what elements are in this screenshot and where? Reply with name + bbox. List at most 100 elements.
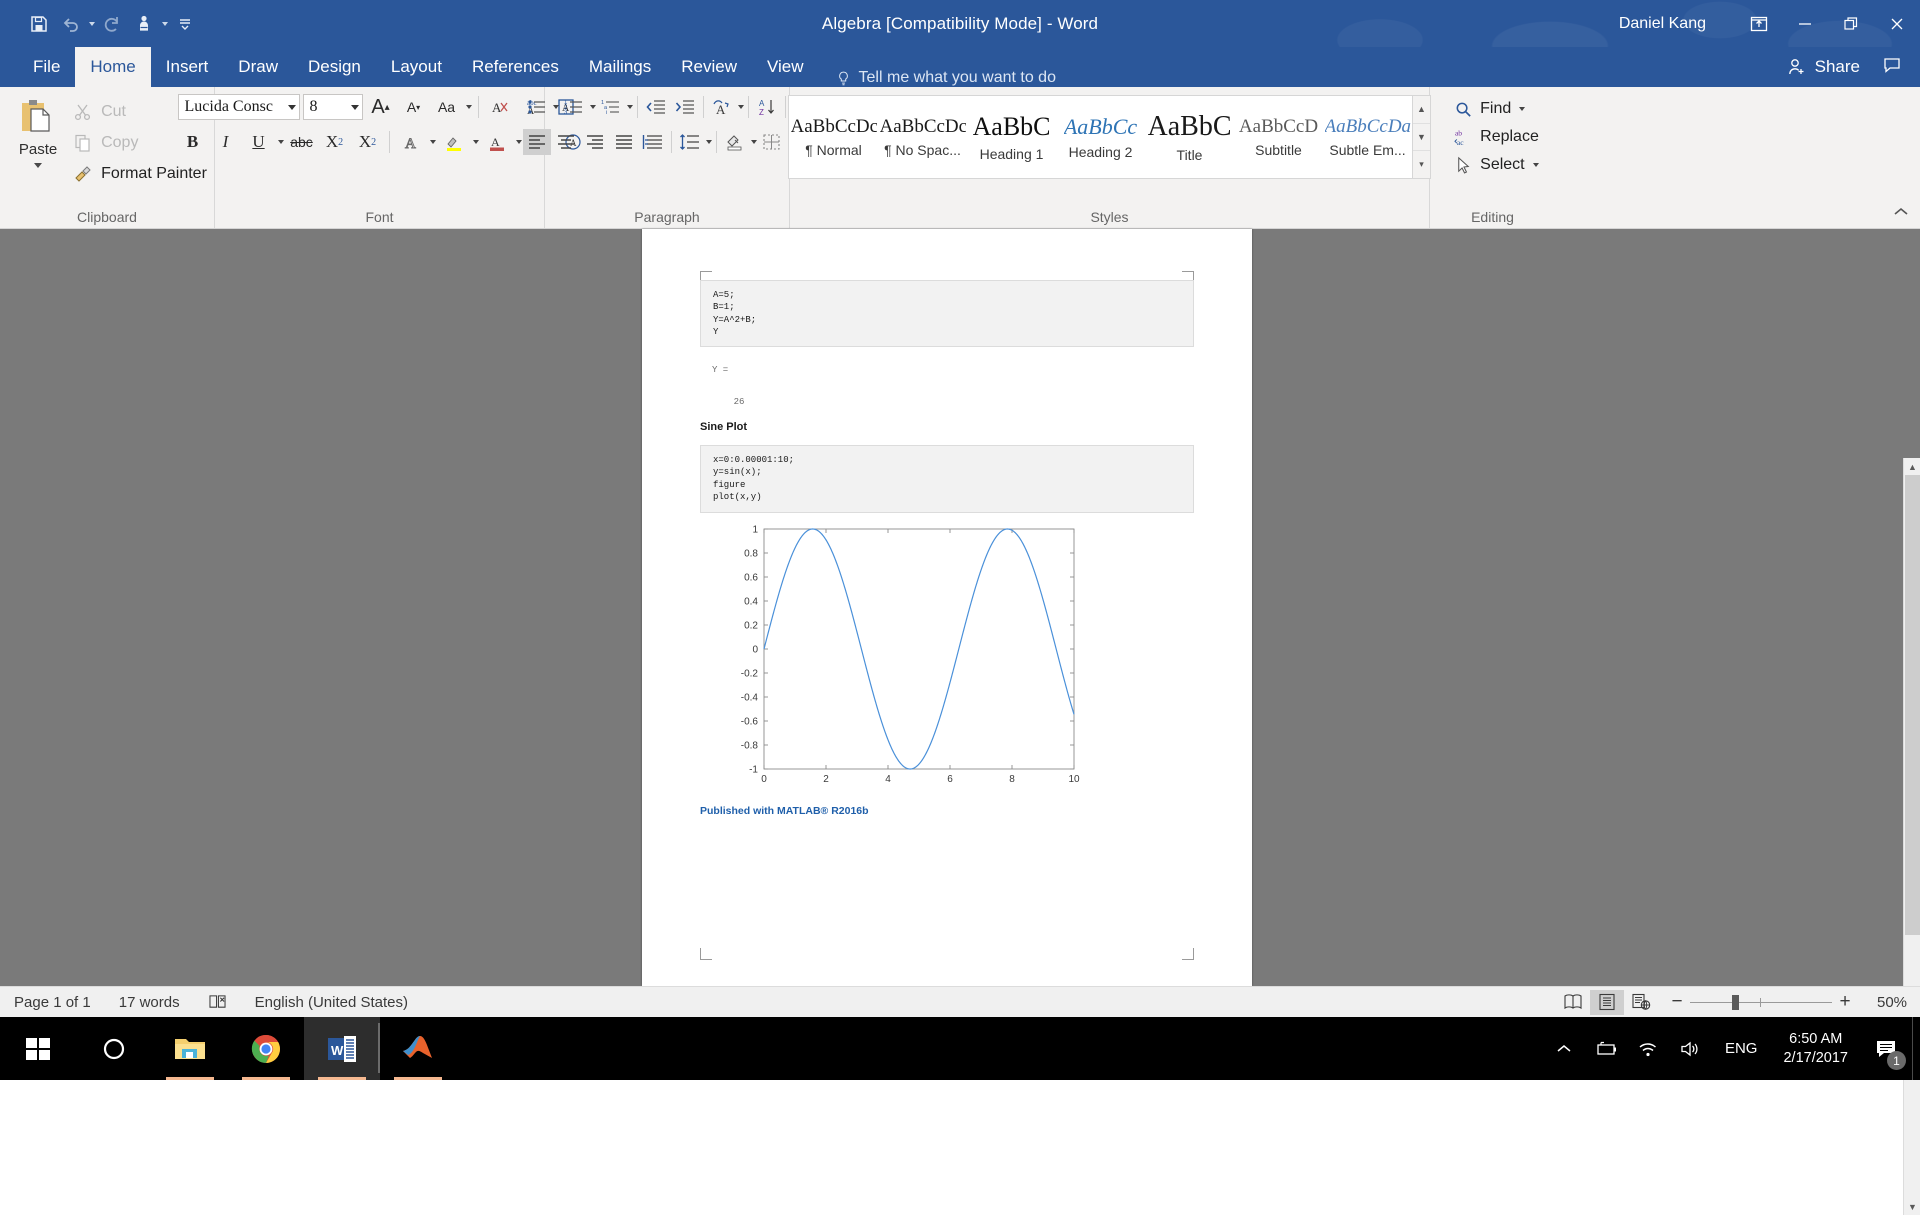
multilevel-list-icon[interactable]: 1ai [597, 94, 625, 120]
style-no-spacing[interactable]: AaBbCcDc ¶ No Spac... [878, 96, 967, 178]
text-effects-caret[interactable] [430, 140, 436, 144]
volume-icon[interactable] [1669, 1017, 1711, 1080]
restore-button[interactable] [1828, 0, 1874, 47]
tab-draw[interactable]: Draw [223, 47, 293, 87]
zoom-in-button[interactable]: + [1832, 991, 1858, 1013]
text-highlight-color-icon[interactable] [439, 128, 469, 156]
tab-references[interactable]: References [457, 47, 574, 87]
underline-caret[interactable] [278, 140, 284, 144]
tab-file[interactable]: File [18, 47, 75, 87]
subscript-button[interactable]: X2 [320, 128, 350, 156]
document-canvas[interactable]: A=5; B=1; Y=A^2+B; Y Y = 26 Sine Plot x=… [0, 229, 1920, 986]
sort-direction-caret[interactable] [738, 105, 744, 109]
tab-home[interactable]: Home [75, 47, 150, 87]
ribbon-display-options-icon[interactable] [1736, 0, 1782, 47]
increase-indent-icon[interactable] [671, 94, 699, 120]
collapse-ribbon-icon[interactable] [1892, 205, 1910, 222]
style-subtitle[interactable]: AaBbCcD Subtitle [1234, 96, 1323, 178]
web-layout-view-button[interactable] [1624, 990, 1658, 1015]
tab-view[interactable]: View [752, 47, 819, 87]
font-color-icon[interactable]: A [482, 128, 512, 156]
account-name[interactable]: Daniel Kang [1619, 15, 1706, 33]
style-heading-1[interactable]: AaBbC Heading 1 [967, 96, 1056, 178]
undo-icon[interactable] [56, 9, 86, 39]
language-indicator[interactable]: English (United States) [241, 994, 422, 1011]
language-indicator-tray[interactable]: ENG [1711, 1040, 1772, 1057]
select-caret[interactable] [1533, 163, 1539, 167]
replace-button[interactable]: abac Replace [1454, 123, 1539, 151]
align-center-icon[interactable] [552, 129, 580, 155]
sort-text-direction-icon[interactable]: A [708, 94, 736, 120]
code-block-sine[interactable]: x=0:0.00001:10; y=sin(x); figure plot(x,… [700, 445, 1194, 513]
comments-icon[interactable] [1874, 55, 1920, 80]
style-subtle-emphasis[interactable]: AaBbCcDa Subtle Em... [1323, 96, 1412, 178]
sine-plot-figure[interactable]: 0246810 10.80.60.40.20-0.2-0.4-0.6-0.8-1 [702, 523, 1132, 786]
strikethrough-button[interactable]: abc [287, 128, 317, 156]
close-button[interactable] [1874, 0, 1920, 47]
matlab-button[interactable] [380, 1017, 456, 1080]
zoom-out-button[interactable]: − [1664, 991, 1690, 1013]
tab-mailings[interactable]: Mailings [574, 47, 666, 87]
change-case-icon[interactable]: Aa [432, 93, 462, 121]
code-block-algebra[interactable]: A=5; B=1; Y=A^2+B; Y [700, 280, 1194, 347]
cortana-search-button[interactable] [76, 1017, 152, 1080]
clock[interactable]: 6:50 AM 2/17/2017 [1771, 1030, 1860, 1068]
file-explorer-button[interactable] [152, 1017, 228, 1080]
bullets-caret[interactable] [553, 105, 559, 109]
italic-button[interactable]: I [211, 128, 241, 156]
font-size-input[interactable]: 8 [303, 94, 363, 120]
share-button[interactable]: Share [1773, 57, 1874, 77]
grow-font-icon[interactable]: A▴ [366, 93, 396, 121]
font-size-caret[interactable] [351, 105, 359, 110]
minimize-button[interactable] [1782, 0, 1828, 47]
superscript-button[interactable]: X2 [353, 128, 383, 156]
shading-caret[interactable] [751, 140, 757, 144]
styles-scroll-down-icon[interactable]: ▼ [1413, 124, 1430, 152]
google-chrome-button[interactable] [228, 1017, 304, 1080]
page-indicator[interactable]: Page 1 of 1 [0, 994, 105, 1011]
wifi-icon[interactable] [1627, 1017, 1669, 1080]
bold-button[interactable]: B [178, 128, 208, 156]
save-icon[interactable] [24, 9, 54, 39]
zoom-slider[interactable]: − + [1664, 991, 1858, 1013]
zoom-slider-knob[interactable] [1732, 995, 1739, 1010]
microsoft-word-button[interactable]: W [304, 1017, 380, 1080]
zoom-slider-track[interactable] [1690, 993, 1832, 1011]
print-layout-view-button[interactable] [1590, 990, 1624, 1015]
touch-mode-caret[interactable] [162, 22, 168, 26]
tell-me-box[interactable]: Tell me what you want to do [835, 69, 1056, 87]
tab-insert[interactable]: Insert [151, 47, 224, 87]
tab-layout[interactable]: Layout [376, 47, 457, 87]
tab-review[interactable]: Review [666, 47, 752, 87]
undo-dropdown-caret[interactable] [89, 22, 95, 26]
styles-scroll-up-icon[interactable]: ▲ [1413, 96, 1430, 124]
paste-dropdown-caret[interactable] [34, 163, 42, 168]
line-spacing-icon[interactable] [676, 129, 704, 155]
find-caret[interactable] [1519, 107, 1525, 111]
align-left-icon[interactable] [523, 129, 551, 155]
text-effects-icon[interactable]: A [396, 128, 426, 156]
numbering-caret[interactable] [590, 105, 596, 109]
vertical-scrollbar[interactable]: ▲ ▼ [1903, 458, 1920, 1215]
start-button[interactable] [0, 1017, 76, 1080]
notifications-button[interactable]: 1 [1860, 1017, 1912, 1080]
tab-design[interactable]: Design [293, 47, 376, 87]
redo-icon[interactable] [97, 9, 127, 39]
paste-button[interactable]: Paste [7, 93, 69, 168]
shading-icon[interactable] [721, 129, 749, 155]
scroll-up-icon[interactable]: ▲ [1904, 458, 1920, 475]
font-name-caret[interactable] [288, 105, 296, 110]
touch-mode-icon[interactable] [129, 9, 159, 39]
read-mode-view-button[interactable] [1556, 990, 1590, 1015]
matlab-caption[interactable]: Published with MATLAB® R2016b [700, 805, 869, 817]
multilevel-caret[interactable] [627, 105, 633, 109]
word-count[interactable]: 17 words [105, 994, 194, 1011]
scrollbar-thumb[interactable] [1905, 475, 1920, 935]
align-right-icon[interactable] [581, 129, 609, 155]
style-heading-2[interactable]: AaBbCc Heading 2 [1056, 96, 1145, 178]
distributed-icon[interactable] [639, 129, 667, 155]
clear-formatting-icon[interactable]: A [485, 93, 515, 121]
justify-icon[interactable] [610, 129, 638, 155]
sort-icon[interactable]: AZ [753, 94, 781, 120]
show-desktop-button[interactable] [1912, 1017, 1920, 1080]
